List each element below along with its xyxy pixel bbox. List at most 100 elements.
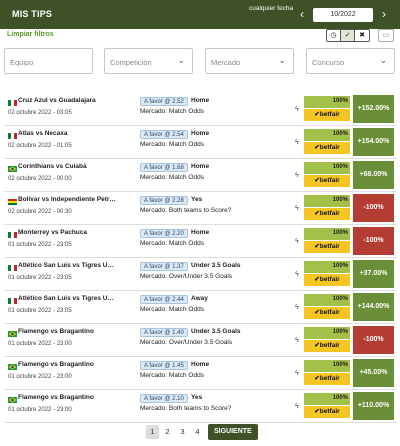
market-label: Mercado: Over/Under 3.5 Goals <box>140 273 233 280</box>
tip-row[interactable]: Flamengo vs Bragantino 01 octubre 2022 - … <box>4 359 396 390</box>
country-flag-icon <box>8 297 17 304</box>
selection-label: Home <box>191 97 210 104</box>
match-name[interactable]: Atlas vs Necaxa <box>18 130 138 137</box>
betfair-logo[interactable]: ✔betfair <box>304 340 350 352</box>
betfair-logo[interactable]: ✔betfair <box>304 142 350 154</box>
provider-box: 100% ✔betfair <box>304 228 350 255</box>
profit-badge: +154.00% <box>353 128 394 156</box>
tips-list: Cruz Azul vs Guadalajara 02 octubre 2022 … <box>4 95 396 425</box>
lightning-icon: ϟ <box>295 403 299 410</box>
match-name[interactable]: Bolivar vs Independiente Petr… <box>18 196 138 203</box>
country-flag-icon <box>8 132 17 139</box>
tip-row[interactable]: Atlético San Luis vs Tigres U… 01 octubre… <box>4 260 396 291</box>
team-dropdown[interactable]: Equipo <box>4 48 93 74</box>
odds-badge: A favor @ 2.52 <box>140 97 188 106</box>
selection-label: Home <box>191 163 210 170</box>
tip-row[interactable]: Bolivar vs Independiente Petr… 02 octubre… <box>4 194 396 225</box>
market-dropdown[interactable]: Mercado ⌄ <box>205 48 294 74</box>
tip-row[interactable]: Cruz Azul vs Guadalajara 02 octubre 2022 … <box>4 95 396 126</box>
percent-label: 100% <box>332 164 348 170</box>
lightning-icon: ϟ <box>295 304 299 311</box>
betfair-logo[interactable]: ✔betfair <box>304 307 350 319</box>
won-filter-icon[interactable]: ✓ <box>341 30 355 41</box>
market-label: Mercado: Both teams to Score? <box>140 207 232 214</box>
betfair-logo[interactable]: ✔betfair <box>304 208 350 220</box>
market-label: Mercado: Match Odds <box>140 174 204 181</box>
selection-label: Home <box>191 130 210 137</box>
selection-label: Home <box>191 361 210 368</box>
competition-dropdown[interactable]: Competición ⌄ <box>104 48 193 74</box>
page-button-4[interactable]: 4 <box>191 425 204 439</box>
profit-badge: +144.00% <box>353 293 394 321</box>
chat-icon[interactable]: ▭ <box>378 29 394 42</box>
provider-box: 100% ✔betfair <box>304 162 350 189</box>
betfair-logo[interactable]: ✔betfair <box>304 274 350 286</box>
match-date: 02 octubre 2022 - 00:00 <box>8 176 72 182</box>
lightning-icon: ϟ <box>295 139 299 146</box>
tip-row[interactable]: Atlas vs Necaxa 02 octubre 2022 - 01:05 A … <box>4 128 396 159</box>
tip-row[interactable]: Monterrey vs Pachuca 01 octubre 2022 - 23… <box>4 227 396 258</box>
odds-badge: A favor @ 2.54 <box>140 130 188 139</box>
match-name[interactable]: Atlético San Luis vs Tigres U… <box>18 262 138 269</box>
match-name[interactable]: Flamengo vs Bragantino <box>18 394 138 401</box>
status-filter-group: ◷ ✓ ✖ <box>326 29 370 42</box>
match-name[interactable]: Monterrey vs Pachuca <box>18 229 138 236</box>
date-filter-hint[interactable]: cualquier fecha <box>249 5 293 12</box>
percent-label: 100% <box>332 98 348 104</box>
match-name[interactable]: Atlético San Luis vs Tigres U… <box>18 295 138 302</box>
odds-badge: A favor @ 1.37 <box>140 262 188 271</box>
profit-badge: -100% <box>353 227 394 255</box>
contest-dropdown[interactable]: Concurso ⌄ <box>306 48 395 74</box>
chevron-left-icon[interactable]: ‹ <box>295 5 309 23</box>
match-name[interactable]: Cruz Azul vs Guadalajara <box>18 97 138 104</box>
next-page-button[interactable]: SIGUIENTE <box>208 424 258 440</box>
tip-row[interactable]: Corinthians vs Cuiabá 02 octubre 2022 - 0… <box>4 161 396 192</box>
page-title: MIS TIPS <box>12 9 53 19</box>
lightning-icon: ϟ <box>295 271 299 278</box>
provider-box: 100% ✔betfair <box>304 261 350 288</box>
clear-filters-link[interactable]: Limpiar filtros <box>7 31 54 38</box>
profit-badge: +68.00% <box>353 161 394 189</box>
chevron-right-icon[interactable]: › <box>377 5 391 23</box>
betfair-logo[interactable]: ✔betfair <box>304 175 350 187</box>
betfair-logo[interactable]: ✔betfair <box>304 109 350 121</box>
odds-badge: A favor @ 1.45 <box>140 361 188 370</box>
market-label: Mercado: Match Odds <box>140 141 204 148</box>
profit-badge: +152.00% <box>353 95 394 123</box>
market-label: Mercado: Both teams to Score? <box>140 405 232 412</box>
betfair-logo[interactable]: ✔betfair <box>304 373 350 385</box>
provider-box: 100% ✔betfair <box>304 195 350 222</box>
betfair-logo[interactable]: ✔betfair <box>304 406 350 418</box>
betfair-logo[interactable]: ✔betfair <box>304 241 350 253</box>
match-date: 02 octubre 2022 - 00:30 <box>8 209 72 215</box>
country-flag-icon <box>8 363 17 370</box>
country-flag-icon <box>8 99 17 106</box>
provider-box: 100% ✔betfair <box>304 129 350 156</box>
page-button-2[interactable]: 2 <box>161 425 174 439</box>
country-flag-icon <box>8 165 17 172</box>
match-name[interactable]: Flamengo vs Bragantino <box>18 361 138 368</box>
profit-badge: +45.00% <box>353 359 394 387</box>
page-button-3[interactable]: 3 <box>176 425 189 439</box>
page-button-1[interactable]: 1 <box>146 425 159 439</box>
odds-badge: A favor @ 2.28 <box>140 196 188 205</box>
lost-filter-icon[interactable]: ✖ <box>355 30 369 41</box>
tip-row[interactable]: Atlético San Luis vs Tigres U… 01 octubre… <box>4 293 396 324</box>
match-date: 01 octubre 2022 - 23:00 <box>8 407 72 413</box>
lightning-icon: ϟ <box>295 106 299 113</box>
match-date: 01 octubre 2022 - 23:00 <box>8 341 72 347</box>
selection-label: Yes <box>191 394 203 401</box>
month-selector[interactable]: 10/2022 <box>313 8 373 22</box>
match-name[interactable]: Corinthians vs Cuiabá <box>18 163 138 170</box>
pending-filter-icon[interactable]: ◷ <box>327 30 341 41</box>
chevron-down-icon: ⌄ <box>278 55 286 65</box>
odds-badge: A favor @ 2.44 <box>140 295 188 304</box>
match-name[interactable]: Flamengo vs Bragantino <box>18 328 138 335</box>
profit-badge: -100% <box>353 326 394 354</box>
market-label: Mercado: Match Odds <box>140 108 204 115</box>
country-flag-icon <box>8 231 17 238</box>
lightning-icon: ϟ <box>295 238 299 245</box>
tip-row[interactable]: Flamengo vs Bragantino 01 octubre 2022 - … <box>4 326 396 357</box>
tip-row[interactable]: Flamengo vs Bragantino 01 octubre 2022 - … <box>4 392 396 423</box>
percent-label: 100% <box>332 395 348 401</box>
